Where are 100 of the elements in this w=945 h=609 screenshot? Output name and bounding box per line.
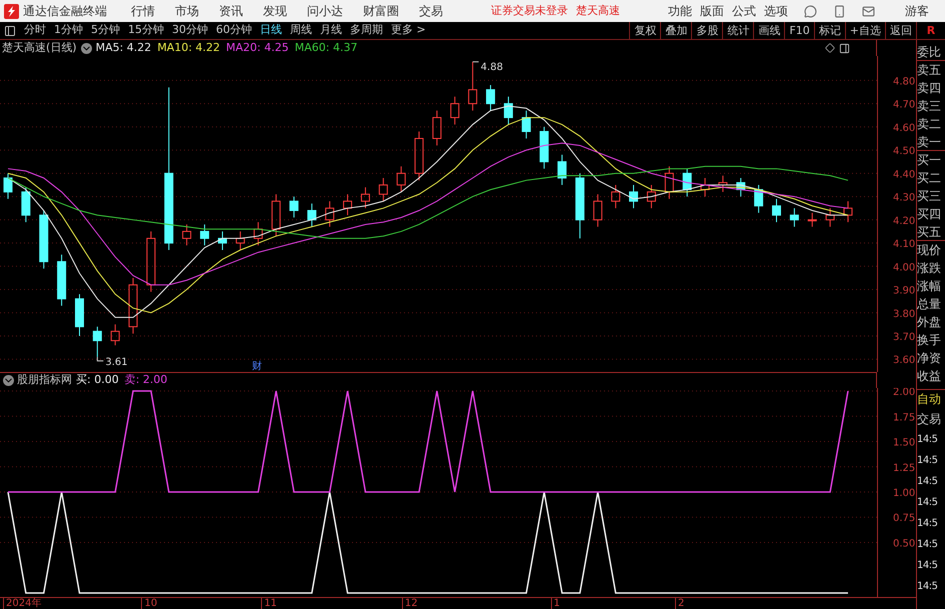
toolbar-button[interactable]: 画线 — [753, 22, 784, 39]
quote-label: 卖五 — [917, 62, 942, 79]
quote-label: 收益 — [917, 368, 942, 385]
corner-label[interactable]: R — [916, 22, 945, 39]
period-tab[interactable]: 1分钟 — [50, 22, 87, 39]
date-label: 10 — [141, 598, 158, 609]
indicator-reading: MA5: 4.22 — [96, 40, 152, 56]
toolbar-button[interactable]: F10 — [784, 22, 814, 39]
menu-item[interactable]: 资讯 — [219, 2, 243, 20]
axis-label: 1.75 — [893, 412, 916, 424]
date-label: 2024年 — [3, 598, 42, 609]
user-label[interactable]: 游客 — [905, 2, 929, 20]
period-tab[interactable]: 30分钟 — [168, 22, 212, 39]
quote-label: 卖一 — [917, 133, 945, 151]
period-tab[interactable]: 15分钟 — [124, 22, 168, 39]
period-tab[interactable]: 60分钟 — [212, 22, 256, 39]
quote-label: 现价 — [917, 242, 942, 259]
candlestick — [378, 177, 388, 202]
app-title: 通达信金融终端 — [23, 3, 107, 20]
trade-time: 14:5 — [917, 496, 938, 510]
menu-item[interactable]: 版面 — [700, 2, 724, 20]
toolbar-button[interactable]: 返回 — [885, 22, 916, 39]
menu-item[interactable]: 财富圈 — [363, 2, 399, 20]
trade-time: 14:5 — [917, 538, 938, 552]
candlestick — [343, 194, 352, 216]
menu-item[interactable]: 发现 — [263, 2, 287, 20]
toolbar-button[interactable]: 多股 — [691, 22, 722, 39]
period-tab[interactable]: 月线 — [316, 22, 346, 39]
axis-label: 4.00 — [893, 262, 916, 274]
candlestick — [128, 277, 138, 334]
candlestick — [75, 294, 84, 336]
period-tab[interactable]: 多周期 — [346, 22, 387, 39]
dropdown-icon[interactable] — [80, 42, 92, 54]
indicator-reading: MA10: 4.22 — [157, 40, 220, 56]
indicator-reading: 卖: 2.00 — [124, 372, 168, 388]
chart-title: 楚天高速(日线) — [2, 40, 77, 56]
event-marker: 财 — [252, 361, 262, 372]
quote-label: 买三 — [917, 188, 942, 205]
candlestick — [611, 184, 620, 209]
candlestick — [754, 184, 764, 214]
menu-item[interactable]: 问小达 — [307, 2, 343, 20]
period-tab[interactable]: 周线 — [286, 22, 316, 39]
status-notice[interactable]: 楚天高速 — [576, 2, 620, 20]
mail-icon[interactable] — [862, 4, 875, 18]
candlestick — [432, 110, 442, 146]
quote-label: 买五 — [917, 223, 945, 241]
menu-item[interactable]: 市场 — [175, 2, 199, 20]
menu-item[interactable]: 行情 — [131, 2, 155, 20]
logo-icon — [4, 4, 19, 18]
period-tab[interactable]: 分时 — [20, 22, 50, 39]
chat-icon[interactable] — [804, 4, 817, 18]
candlestick — [629, 184, 638, 209]
trade-time: 14:5 — [917, 475, 938, 489]
date-label: 11 — [261, 598, 277, 609]
toolbar-button[interactable]: 叠加 — [660, 22, 692, 39]
candlestick — [772, 198, 781, 223]
toolbar-button[interactable]: 统计 — [722, 22, 754, 39]
candlestick — [558, 154, 567, 186]
toolbar-button[interactable]: 复权 — [629, 22, 660, 39]
panel-toggle-icon[interactable] — [839, 42, 850, 54]
quote-label: 换手 — [917, 332, 942, 349]
candlestick — [236, 230, 245, 251]
quote-label: 买二 — [917, 170, 942, 187]
toolbar-button[interactable]: +自选 — [844, 22, 885, 39]
phone-icon[interactable] — [833, 4, 846, 18]
candlestick — [646, 184, 656, 209]
axis-label: 3.80 — [893, 308, 916, 320]
axis-label: 1.25 — [893, 462, 916, 474]
axis-label: 0.75 — [893, 513, 916, 524]
auto-label[interactable]: 自动 — [917, 389, 945, 410]
candlestick — [826, 208, 835, 228]
diamond-icon[interactable] — [825, 43, 835, 53]
axis-label: 4.20 — [893, 216, 916, 227]
candlestick — [575, 172, 584, 239]
dropdown-icon[interactable] — [3, 375, 14, 386]
period-tab[interactable]: 日线 — [256, 22, 286, 39]
period-tab[interactable]: 更多 > — [387, 22, 430, 39]
toolbar-button[interactable]: 标记 — [814, 22, 845, 39]
quote-label: 总量 — [917, 296, 942, 313]
axis-label: 2.00 — [893, 388, 916, 398]
axis-label: 4.60 — [893, 122, 916, 134]
candlestick — [92, 326, 102, 358]
annotation: 3.61 — [105, 356, 128, 368]
trade-label: 交易 — [917, 411, 942, 428]
candlestick — [486, 84, 496, 112]
indicator-reading: MA60: 4.37 — [294, 40, 358, 56]
menu-item[interactable]: 公式 — [732, 2, 756, 20]
period-tab[interactable]: 5分钟 — [87, 22, 124, 39]
menu-item[interactable]: 选项 — [764, 2, 788, 20]
menu-item[interactable]: 功能 — [668, 2, 692, 20]
status-notice[interactable]: 证券交易未登录 — [491, 2, 568, 20]
menu-item[interactable]: 交易 — [419, 2, 443, 20]
indicator-reading: 买: 0.00 — [76, 372, 119, 388]
candlestick — [522, 110, 531, 139]
panel-toggle-icon[interactable] — [4, 24, 16, 36]
candlestick — [468, 61, 478, 112]
quote-label: 买四 — [917, 206, 942, 223]
axis-label: 3.60 — [893, 355, 916, 366]
quote-label: 委比 — [917, 43, 945, 61]
candlestick — [21, 186, 30, 223]
